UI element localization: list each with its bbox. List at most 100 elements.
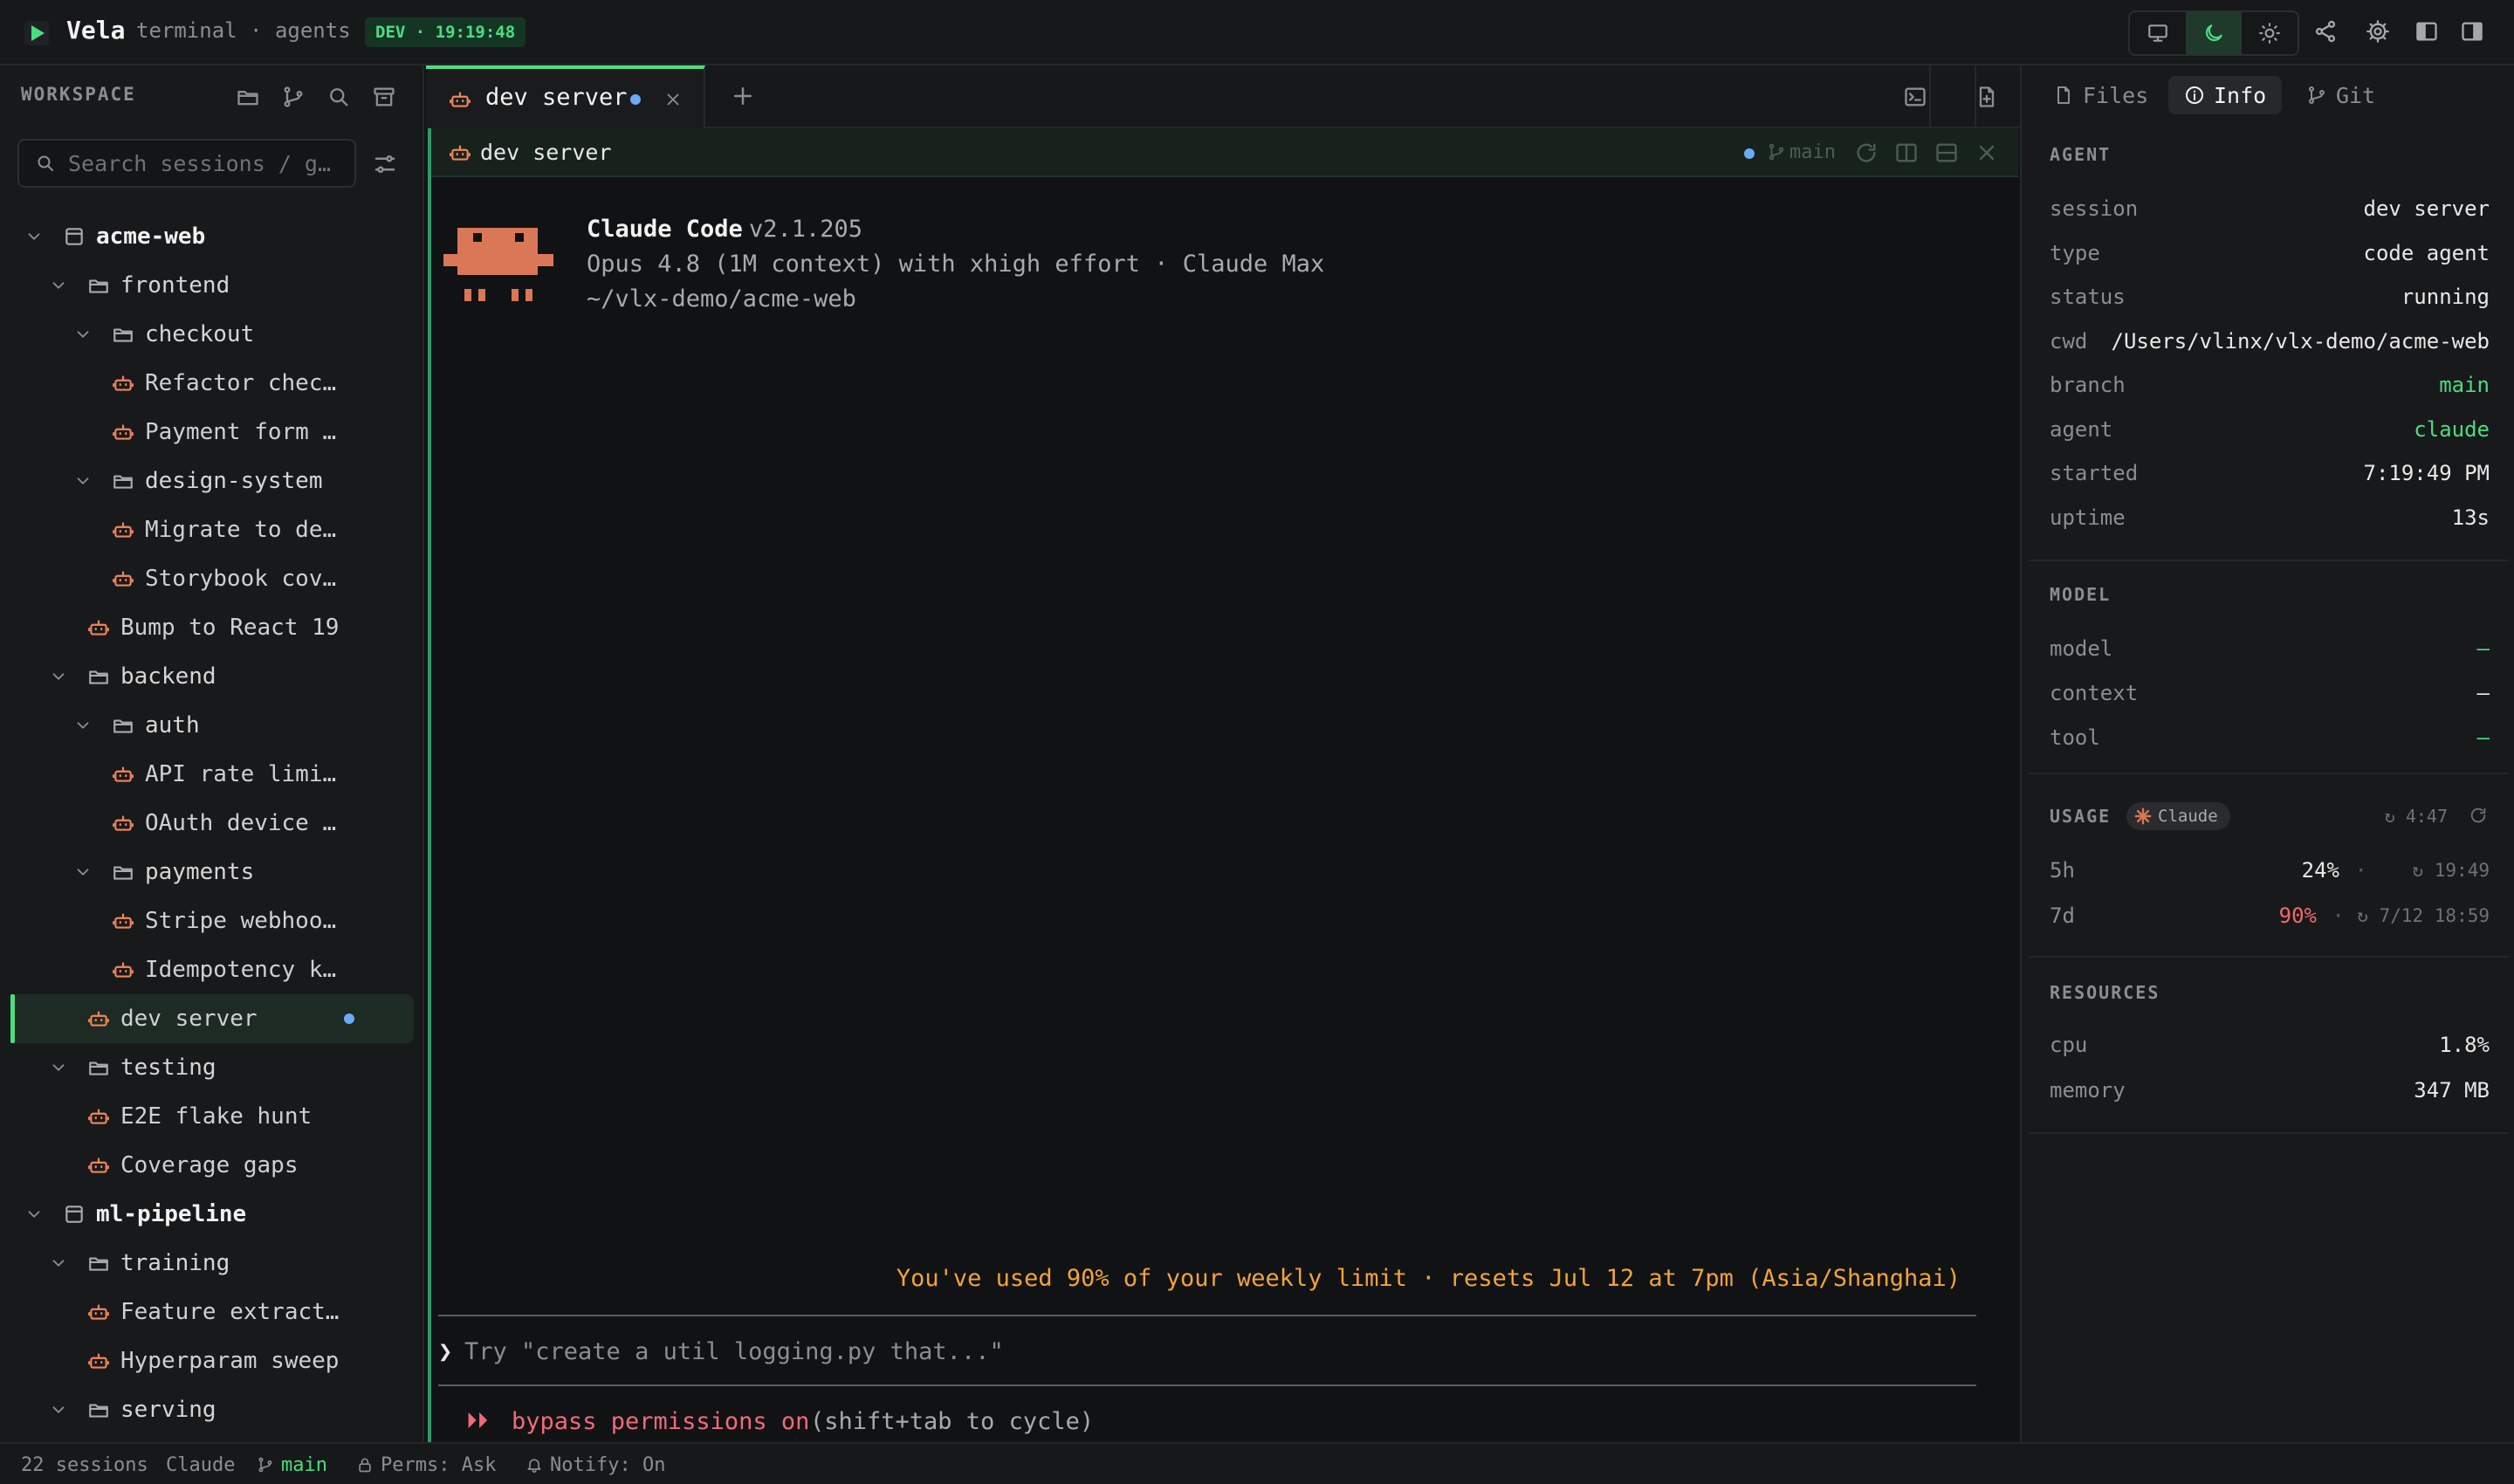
chevron-down-icon[interactable] [49,667,68,686]
refresh-icon[interactable] [2469,806,2488,825]
toggle-left-sidebar-button[interactable] [2413,17,2441,45]
pane-header: dev server main [431,128,2018,177]
tab-dev-server[interactable]: dev server [426,65,705,128]
file-icon [2057,86,2070,104]
tab-bar: dev server [426,65,2020,128]
sidebar-session-item[interactable]: Migrate to de… [0,505,424,554]
refresh-icon[interactable] [1854,141,1879,165]
chevron-down-icon[interactable] [24,227,44,246]
sidebar-session-item[interactable]: Refactor chec… [0,359,424,408]
filter-settings-icon[interactable] [372,151,398,177]
sidebar-folder-item[interactable]: training [0,1239,424,1288]
sidebar-workspace-item[interactable]: acme-web [0,212,424,261]
folder-icon [112,714,134,737]
terminal-icon[interactable] [1903,85,1927,109]
sidebar-folder-item[interactable]: frontend [0,261,424,310]
tab-files-label: Files [2083,82,2149,108]
sidebar-session-item[interactable]: Storybook cov… [0,554,424,603]
status-branch[interactable]: main [257,1454,327,1476]
status-perms[interactable]: Perms: Ask [356,1454,496,1476]
robot-icon [87,1105,110,1128]
new-file-icon[interactable] [1975,85,1999,109]
sidebar-folder-item[interactable]: checkout [0,310,424,359]
chevron-down-icon[interactable] [73,325,93,344]
chevron-down-icon[interactable] [49,1254,68,1273]
add-tab-icon[interactable] [730,83,756,109]
sidebar-folder-item[interactable]: design-system [0,457,424,505]
prompt-input[interactable] [464,1331,1948,1371]
split-horizontal-icon[interactable] [1934,141,1959,165]
search-input[interactable] [68,141,347,186]
usage-percent: 24% [2301,858,2339,883]
robot-icon [112,958,134,981]
resources-section-title: RESOURCES [2050,982,2160,1003]
search-button[interactable] [326,85,351,109]
sidebar-session-item[interactable]: Hyperparam sweep [0,1336,424,1385]
section-divider [2029,1132,2509,1134]
chevron-down-icon[interactable] [73,716,93,735]
claude-badge: Claude [2126,802,2230,830]
terminal-pane[interactable]: dev server main Claude Code v2.1.205 Opu… [428,128,2018,1442]
settings-button[interactable] [2364,17,2392,45]
usage-section-title: USAGE [2050,806,2112,827]
tab-git[interactable]: Git [2306,76,2375,114]
sidebar-session-item[interactable]: OAuth device … [0,799,424,848]
folder-icon [87,1252,110,1274]
bell-icon [527,1459,541,1474]
toggle-right-sidebar-button[interactable] [2458,17,2486,45]
status-notify[interactable]: Notify: On [525,1454,665,1476]
share-button[interactable] [2311,17,2339,45]
prompt-caret: ❯ [438,1338,453,1365]
sidebar-session-item[interactable]: API rate limi… [0,750,424,799]
theme-system-button[interactable] [2130,12,2186,54]
tab-files[interactable]: Files [2053,76,2148,114]
tab-info[interactable]: Info [2168,76,2283,114]
close-pane-icon[interactable] [1975,141,1999,165]
theme-light-button[interactable] [2242,12,2298,54]
split-vertical-icon[interactable] [1894,141,1919,165]
sidebar-item-label: Bump to React 19 [120,615,340,641]
share-icon [2315,20,2336,43]
sidebar-folder-item[interactable]: serving [0,1385,424,1434]
bypass-permissions-label: bypass permissions on [512,1408,810,1435]
workspace-icon [63,225,86,248]
info-key: started [2050,461,2139,485]
sidebar-session-item[interactable]: Payment form … [0,408,424,457]
sidebar-item-label: OAuth device … [145,810,337,836]
robot-icon [112,567,134,590]
sidebar-item-label: checkout [145,321,255,347]
open-folder-button[interactable] [236,85,260,109]
sidebar-folder-item[interactable]: payments [0,848,424,897]
git-branch-button[interactable] [281,85,306,109]
chevron-down-icon[interactable] [73,862,93,882]
sidebar-session-item[interactable]: Feature extract… [0,1288,424,1336]
chevron-down-icon[interactable] [49,1058,68,1077]
chevron-down-icon[interactable] [73,471,93,491]
info-key: cwd [2050,328,2088,354]
tab-divider [1929,65,1931,128]
sidebar-item-label: Refactor chec… [145,370,337,396]
chevron-down-icon[interactable] [49,276,68,295]
close-icon[interactable] [663,90,683,109]
sidebar-item-label: Feature extract… [120,1299,340,1325]
sidebar-session-item[interactable]: Bump to React 19 [0,603,424,652]
sidebar-folder-item[interactable]: testing [0,1043,424,1092]
sidebar-session-item[interactable]: Idempotency k… [0,945,424,994]
sidebar-session-item[interactable]: E2E flake hunt [0,1092,424,1141]
sidebar-session-item[interactable]: Coverage gaps [0,1141,424,1190]
folder-icon [87,274,110,297]
sidebar-folder-item[interactable]: backend [0,652,424,701]
sidebar-session-item[interactable]: Stripe webhoo… [0,897,424,945]
theme-dark-button[interactable] [2186,12,2242,54]
sidebar-session-item[interactable]: dev server [10,994,414,1043]
chevron-down-icon[interactable] [24,1205,44,1224]
folder-icon [87,1056,110,1079]
chevron-down-icon[interactable] [49,1400,68,1419]
sidebar-workspace-item[interactable]: ml-pipeline [0,1190,424,1239]
info-value: claude [2414,416,2490,442]
archive-button[interactable] [372,85,396,109]
info-key: agent [2050,416,2113,442]
sidebar-folder-item[interactable]: auth [0,701,424,750]
usage-reset-time: ↻ 19:49 [2412,860,2490,881]
status-agent[interactable]: Claude [166,1454,235,1476]
